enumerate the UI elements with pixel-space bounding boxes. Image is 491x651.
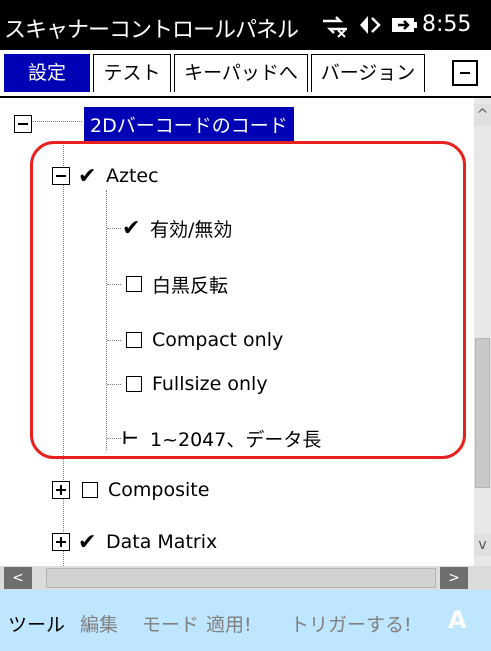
range-icon: ⊢ [122, 427, 139, 449]
scroll-left-icon[interactable]: < [4, 567, 32, 589]
checkbox-icon[interactable] [126, 332, 142, 348]
app-title: スキャナーコントロールパネル [4, 18, 299, 43]
tree-node-label[interactable]: 2Dバーコードのコード [84, 106, 294, 142]
tab-bar: 設定 テスト キーパッドへ バージョン [0, 50, 491, 98]
scroll-right-icon[interactable]: > [440, 567, 468, 589]
checkmark-icon[interactable]: ✔ [78, 530, 100, 555]
tree-node-enable-disable[interactable]: ✔ 有効/無効 [122, 208, 232, 248]
tree-node-label: Fullsize only [152, 373, 268, 395]
clock[interactable]: 8:55 [422, 12, 471, 37]
checkbox-icon[interactable] [126, 376, 142, 392]
checkmark-icon[interactable]: ✔ [78, 164, 100, 189]
tree-node-data-matrix[interactable]: ✔ Data Matrix [52, 522, 217, 562]
collapse-icon[interactable] [52, 167, 70, 185]
tab-settings[interactable]: 設定 [4, 54, 90, 92]
scroll-down-icon[interactable]: v [474, 534, 491, 556]
checkbox-icon[interactable] [82, 482, 98, 498]
expand-icon[interactable] [52, 533, 70, 551]
expand-icon[interactable] [52, 481, 70, 499]
tree-node-fullsize-only[interactable]: Fullsize only [122, 364, 268, 404]
connectivity-icon[interactable] [320, 8, 350, 42]
horizontal-scrollbar[interactable]: < > [0, 566, 491, 590]
tree-node-label: 1~2047、データ長 [150, 428, 322, 451]
menu-apply[interactable]: 適用! [206, 610, 252, 637]
scroll-up-icon[interactable]: ^ [474, 104, 491, 126]
menu-edit[interactable]: 編集 [80, 610, 118, 637]
scrollbar-thumb[interactable] [475, 338, 490, 488]
vertical-scrollbar[interactable]: ^ v [474, 98, 491, 566]
tree-connector [107, 340, 121, 341]
tree-node-label: 白黒反転 [152, 274, 229, 297]
checkbox-icon[interactable] [126, 276, 142, 292]
tree-connector [107, 438, 121, 439]
tree-node-label: Composite [108, 479, 210, 501]
menu-trigger[interactable]: トリガーする! [290, 610, 412, 637]
tree-node-compact-only[interactable]: Compact only [122, 320, 283, 360]
tree-node-2d-barcode[interactable]: 2Dバーコードのコード [14, 104, 294, 144]
minimize-button[interactable] [452, 60, 478, 86]
menu-mode[interactable]: モード [142, 610, 199, 637]
tab-test[interactable]: テスト [93, 54, 171, 92]
tree-node-invert[interactable]: 白黒反転 [122, 264, 228, 304]
tree-node-label: Compact only [152, 329, 284, 351]
volume-icon[interactable] [356, 8, 384, 42]
tab-version[interactable]: バージョン [311, 54, 425, 92]
checkmark-icon[interactable]: ✔ [122, 216, 144, 241]
collapse-icon[interactable] [14, 115, 32, 133]
tree-connector [107, 384, 121, 385]
tree-node-data-length[interactable]: ⊢ 1~2047、データ長 [122, 418, 321, 458]
tree-node-label: Aztec [106, 165, 159, 187]
battery-icon[interactable] [390, 8, 418, 42]
input-mode-indicator[interactable]: A [448, 606, 467, 634]
menu-bar: ツール 編集 モード 適用! トリガーする! A [0, 590, 491, 651]
tree-connector [107, 284, 121, 285]
tree-connector [107, 228, 121, 229]
menu-tools[interactable]: ツール [8, 610, 65, 637]
tab-keypad[interactable]: キーパッドへ [174, 54, 308, 92]
tree-node-label: Data Matrix [106, 531, 218, 553]
settings-tree: 2Dバーコードのコード ✔ Aztec ✔ 有効/無効 白黒反転 Compact… [0, 98, 474, 598]
tree-node-label: 有効/無効 [150, 218, 233, 241]
tree-connector [106, 190, 107, 450]
tree-node-aztec[interactable]: ✔ Aztec [52, 156, 159, 196]
scrollbar-thumb[interactable] [46, 568, 436, 588]
title-bar: スキャナーコントロールパネル 8:55 [0, 0, 491, 50]
tree-node-composite[interactable]: Composite [52, 470, 209, 510]
